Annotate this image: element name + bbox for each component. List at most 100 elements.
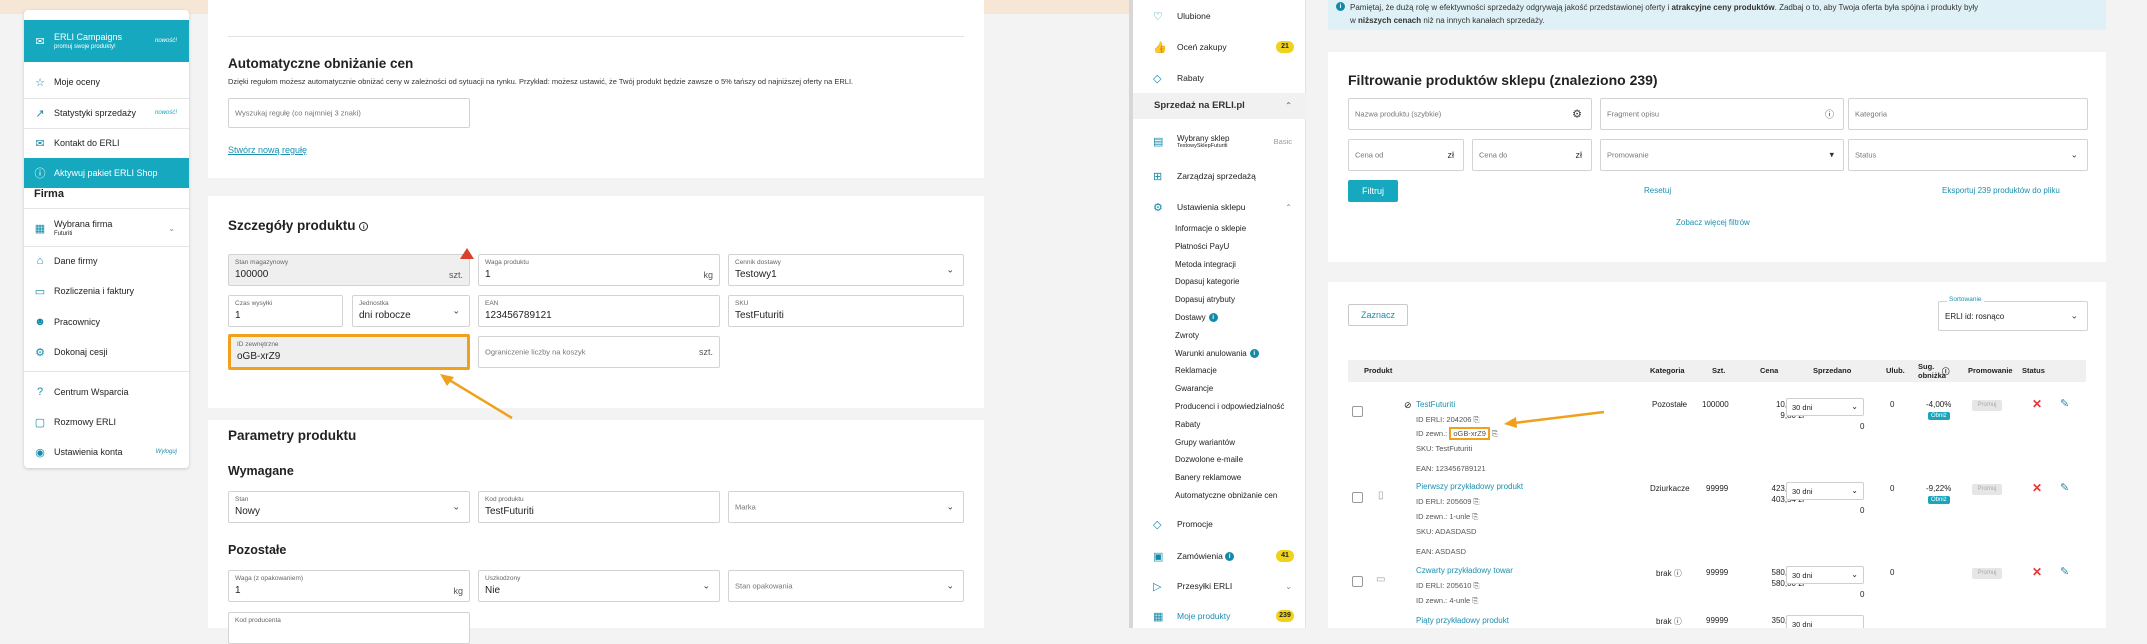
- period-select[interactable]: 30 dni ⌄: [1786, 566, 1864, 584]
- sidebar-item-account[interactable]: ◉ Ustawienia konta Wyloguj: [24, 437, 189, 467]
- damaged-select[interactable]: Uszkodzony Nie ⌄: [478, 570, 720, 602]
- submenu-item[interactable]: Dopasuj atrybuty: [1175, 295, 1235, 304]
- sidebar-item-company-data[interactable]: ⌂ Dane firmy: [24, 246, 189, 276]
- nav-item-shipments[interactable]: ▷ Przesyłki ERLI ⌄: [1133, 578, 1306, 594]
- category-filter-input[interactable]: Kategoria: [1848, 98, 2088, 130]
- row-checkbox[interactable]: [1352, 406, 1363, 417]
- package-weight-field[interactable]: Waga (z opakowaniem) 1 kg: [228, 570, 470, 602]
- submenu-item[interactable]: Płatności PayU: [1175, 242, 1229, 251]
- rule-search-input[interactable]: Wyszukaj regułę (co najmniej 3 znaki): [228, 98, 470, 128]
- table-row[interactable]: ▯ Pierwszy przykładowy produkt ID ERLI: …: [1348, 476, 2086, 560]
- product-code-field[interactable]: Kod produktu TestFuturiti: [478, 491, 720, 523]
- nav-section-sell[interactable]: Sprzedaż na ERLI.pl ⌃: [1133, 93, 1306, 119]
- product-name-link[interactable]: Czwarty przykładowy towar: [1416, 566, 1513, 575]
- submenu-item[interactable]: Reklamacje: [1175, 366, 1217, 375]
- submenu-item[interactable]: Banery reklamowe: [1175, 473, 1241, 482]
- sidebar-item-stats[interactable]: ↗ Statystyki sprzedaży nowość!: [24, 98, 189, 128]
- submenu-item[interactable]: Metoda integracji: [1175, 260, 1236, 269]
- info-icon[interactable]: i: [359, 221, 369, 231]
- sidebar-item-ratings[interactable]: ☆ Moje oceny: [24, 67, 189, 97]
- sort-select[interactable]: Sortowanie ERLI id: rosnąco ⌄: [1938, 296, 2088, 331]
- promote-button[interactable]: Promuj: [1972, 484, 2002, 495]
- nav-item-discounts[interactable]: ◇ Rabaty: [1133, 70, 1306, 86]
- nav-item-shop-settings[interactable]: ⚙ Ustawienia sklepu ⌃: [1133, 199, 1306, 215]
- nav-item-orders[interactable]: ▣ Zamówienia i 41: [1133, 548, 1306, 564]
- sidebar-item-campaigns[interactable]: ✉ ERLI Campaigns promuj swoje produkty! n…: [24, 20, 189, 62]
- sidebar-item-contact[interactable]: ✉ Kontakt do ERLI: [24, 128, 189, 158]
- nav-item-promotions[interactable]: ◇ Promocje: [1133, 516, 1306, 532]
- submenu-item[interactable]: Dostawy i: [1175, 313, 1218, 323]
- reset-link[interactable]: Resetuj: [1644, 186, 1671, 195]
- table-row[interactable]: ⊘ TestFuturiti ID ERLI: 204206 ⎘ ID zewn…: [1348, 392, 2086, 476]
- edit-icon[interactable]: ✎: [2060, 565, 2069, 578]
- nav-item-favorites[interactable]: ♡ Ulubione: [1133, 8, 1306, 24]
- logout-link[interactable]: Wyloguj: [156, 449, 177, 455]
- row-checkbox[interactable]: [1352, 492, 1363, 503]
- submenu-item[interactable]: Gwarancje: [1175, 384, 1213, 393]
- sidebar-item-cession[interactable]: ⚙ Dokonaj cesji: [24, 337, 189, 367]
- table-row[interactable]: Piąty przykładowy produkt brak ⓘ 99999 3…: [1348, 614, 2086, 628]
- row-checkbox[interactable]: [1352, 576, 1363, 587]
- submenu-item[interactable]: Zwroty: [1175, 331, 1199, 340]
- period-select[interactable]: 30 dni ⌄: [1786, 482, 1864, 500]
- ship-time-field[interactable]: Czas wysyłki 1: [228, 295, 343, 327]
- nav-item-products[interactable]: ▦ Moje produkty 239: [1133, 608, 1306, 624]
- cart-limit-field[interactable]: Ograniczenie liczby na koszyk szt.: [478, 336, 720, 368]
- state-select[interactable]: Stan Nowy ⌄: [228, 491, 470, 523]
- submenu-item[interactable]: Grupy wariantów: [1175, 438, 1235, 447]
- package-state-select[interactable]: Stan opakowania ⌄: [728, 570, 964, 602]
- promotion-select[interactable]: Promowanie ▾: [1600, 139, 1844, 171]
- lower-price-tag[interactable]: Obniż: [1928, 496, 1950, 504]
- submenu-item[interactable]: Dopasuj kategorie: [1175, 277, 1239, 286]
- promote-button[interactable]: Promuj: [1972, 400, 2002, 411]
- select-button[interactable]: Zaznacz: [1348, 304, 1408, 326]
- ean-field[interactable]: EAN 123456789121: [478, 295, 720, 327]
- description-filter-input[interactable]: Fragment opisu ⓘ: [1600, 98, 1844, 130]
- table-row[interactable]: ▭ Czwarty przykładowy towar ID ERLI: 205…: [1348, 560, 2086, 616]
- submenu-item[interactable]: Informacje o sklepie: [1175, 224, 1246, 233]
- delete-icon[interactable]: ✕: [2032, 397, 2042, 411]
- product-name-link[interactable]: Piąty przykładowy produkt: [1416, 616, 1509, 625]
- nav-item-manage[interactable]: ⊞ Zarządzaj sprzedażą: [1133, 168, 1306, 184]
- unit-select[interactable]: Jednostka dni robocze ⌄: [352, 295, 470, 327]
- product-name-link[interactable]: TestFuturiti: [1416, 400, 1455, 409]
- sku-field[interactable]: SKU TestFuturiti: [728, 295, 964, 327]
- producer-code-field[interactable]: Kod producenta: [228, 612, 470, 644]
- price-from-input[interactable]: Cena od zł: [1348, 139, 1464, 171]
- submenu-item[interactable]: Automatyczne obniżanie cen: [1175, 491, 1277, 500]
- sidebar-item-company[interactable]: ▦ Wybrana firma Futuriti ⌄: [24, 212, 189, 244]
- delete-icon[interactable]: ✕: [2032, 565, 2042, 579]
- edit-icon[interactable]: ✎: [2060, 481, 2069, 494]
- price-to-input[interactable]: Cena do zł: [1472, 139, 1592, 171]
- export-link[interactable]: Eksportuj 239 produktów do pliku: [1942, 186, 2060, 195]
- create-rule-link[interactable]: Stwórz nową regułę: [228, 145, 307, 155]
- gear-icon[interactable]: ⚙: [1572, 108, 1582, 121]
- sidebar-item-employees[interactable]: ☻ Pracownicy: [24, 307, 189, 337]
- submenu-item[interactable]: Rabaty: [1175, 420, 1200, 429]
- nav-item-rate[interactable]: 👍 Oceń zakupy 21: [1133, 39, 1306, 55]
- submenu-item[interactable]: Dozwolone e-maile: [1175, 455, 1243, 464]
- external-id-field[interactable]: ID zewnętrzne oGB-xrZ9: [228, 334, 470, 370]
- filter-button[interactable]: Filtruj: [1348, 180, 1398, 202]
- sidebar-item-chat[interactable]: ▢ Rozmowy ERLI: [24, 407, 189, 437]
- submenu-item[interactable]: Producenci i odpowiedzialność: [1175, 402, 1284, 411]
- more-filters-link[interactable]: Zobacz więcej filtrów: [1676, 218, 1750, 227]
- shipping-select[interactable]: Cennik dostawy Testowy1 ⌄: [728, 254, 964, 286]
- name-filter-input[interactable]: Nazwa produktu (szybkie) ⚙: [1348, 98, 1592, 130]
- status-select[interactable]: Status ⌄: [1848, 139, 2088, 171]
- nav-item-shop[interactable]: ▤ Wybrany sklep TestowySklepFuturiti Basic: [1133, 130, 1306, 152]
- sidebar-item-support[interactable]: ? Centrum Wsparcia: [24, 377, 189, 407]
- product-name-link[interactable]: Pierwszy przykładowy produkt: [1416, 482, 1523, 491]
- promote-button[interactable]: Promuj: [1972, 568, 2002, 579]
- sidebar-item-invoices[interactable]: ▭ Rozliczenia i faktury: [24, 276, 189, 306]
- period-select[interactable]: 30 dni: [1786, 615, 1864, 628]
- sidebar-item-activate[interactable]: ⓘ Aktywuj pakiet ERLI Shop: [24, 158, 189, 188]
- lower-price-tag[interactable]: Obniż: [1928, 412, 1950, 420]
- delete-icon[interactable]: ✕: [2032, 481, 2042, 495]
- weight-field[interactable]: Waga produktu 1 kg: [478, 254, 720, 286]
- period-select[interactable]: 30 dni ⌄: [1786, 398, 1864, 416]
- brand-select[interactable]: Marka ⌄: [728, 491, 964, 523]
- help-icon[interactable]: ⓘ: [1825, 108, 1834, 121]
- submenu-item[interactable]: Warunki anulowania i: [1175, 349, 1259, 358]
- edit-icon[interactable]: ✎: [2060, 397, 2069, 410]
